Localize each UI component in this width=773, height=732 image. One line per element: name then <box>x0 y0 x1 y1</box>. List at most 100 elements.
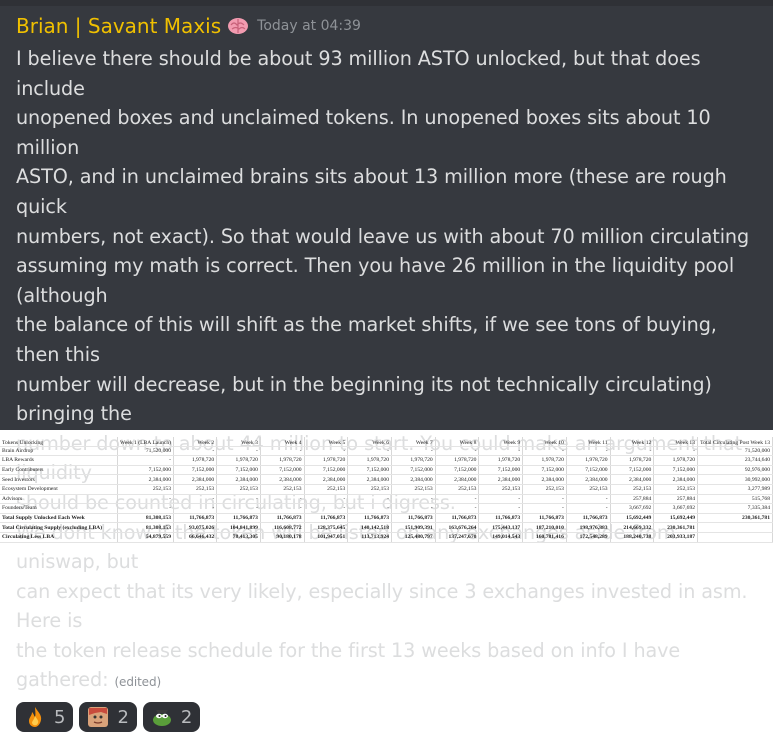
table-cell[interactable]: 2,384,000 <box>173 474 218 485</box>
table-cell[interactable]: 113,713,924 <box>347 532 392 543</box>
table-cell[interactable]: 7,152,000 <box>117 465 174 476</box>
header-cell[interactable]: Week 1 (LBA Launch) <box>117 437 174 447</box>
table-cell[interactable]: 188,240,738 <box>610 532 655 543</box>
table-cell[interactable]: 515,768 <box>697 494 773 505</box>
table-cell[interactable]: 252,153 <box>653 484 699 495</box>
table-cell[interactable]: 101,947,051 <box>304 532 349 543</box>
table-cell[interactable]: 81,308,153 <box>117 513 174 524</box>
table-cell[interactable]: 7,152,000 <box>347 465 392 476</box>
table-cell[interactable]: 1,978,720 <box>478 455 524 466</box>
table-cell[interactable]: 7,152,000 <box>304 465 349 476</box>
table-cell[interactable]: 54,879,559 <box>117 532 174 543</box>
table-cell[interactable]: 252,153 <box>117 484 174 495</box>
table-cell[interactable]: 7,152,000 <box>173 465 218 476</box>
table-cell[interactable]: 7,152,000 <box>522 465 567 476</box>
table-cell[interactable]: - <box>522 503 567 514</box>
table-cell[interactable]: - <box>653 446 699 457</box>
table-cell[interactable]: 2,384,000 <box>566 474 611 485</box>
table-cell[interactable]: 257,884 <box>610 494 655 505</box>
table-cell[interactable]: - <box>478 494 524 505</box>
table-cell[interactable]: 66,646,432 <box>173 532 218 543</box>
table-cell[interactable]: - <box>522 494 567 505</box>
table-cell[interactable]: 116,608,772 <box>260 522 305 533</box>
table-cell[interactable]: 23,744,640 <box>697 455 773 466</box>
table-cell[interactable]: Total Circulating Supply (excluding LBA) <box>0 522 119 533</box>
table-cell[interactable]: 1,978,720 <box>566 455 611 466</box>
table-cell[interactable]: - <box>260 503 305 514</box>
table-cell[interactable]: - <box>435 494 480 505</box>
table-cell[interactable]: 11,766,873 <box>347 513 392 524</box>
table-cell[interactable]: Total Supply Unlocked Each Week <box>0 513 119 524</box>
table-cell[interactable]: 252,153 <box>435 484 480 495</box>
table-cell[interactable]: 11,766,873 <box>173 513 218 524</box>
table-cell[interactable]: 187,210,010 <box>522 522 567 533</box>
table-cell[interactable]: 137,247,670 <box>435 532 480 543</box>
reaction-face[interactable]: 2 <box>79 702 137 732</box>
header-cell[interactable]: Week 9 <box>478 437 524 447</box>
table-cell[interactable]: 252,153 <box>566 484 611 495</box>
table-cell[interactable]: 11,766,873 <box>566 513 611 524</box>
table-cell[interactable]: 163,676,264 <box>435 522 480 533</box>
table-cell[interactable]: - <box>173 446 218 457</box>
table-cell[interactable]: 2,384,000 <box>260 474 305 485</box>
table-cell[interactable]: 15,692,449 <box>653 513 699 524</box>
table-cell[interactable]: 7,152,000 <box>566 465 611 476</box>
table-cell[interactable]: - <box>260 494 305 505</box>
table-cell[interactable]: - <box>435 503 480 514</box>
table-cell[interactable]: 11,766,873 <box>391 513 436 524</box>
table-cell[interactable]: 125,480,797 <box>391 532 436 543</box>
table-cell[interactable]: 160,781,416 <box>522 532 567 543</box>
table-cell[interactable]: - <box>304 503 349 514</box>
table-cell[interactable]: 1,978,720 <box>435 455 480 466</box>
header-cell[interactable]: Week 4 <box>260 437 305 447</box>
table-cell[interactable]: 252,153 <box>522 484 567 495</box>
table-cell[interactable]: 7,152,000 <box>610 465 655 476</box>
table-cell[interactable]: - <box>216 446 261 457</box>
table-cell[interactable]: - <box>478 503 524 514</box>
table-cell[interactable]: Seed Investors <box>0 474 119 485</box>
table-cell[interactable]: 3,667,692 <box>610 503 655 514</box>
table-cell[interactable]: 1,978,720 <box>260 455 305 466</box>
table-cell[interactable]: 7,335,384 <box>697 503 773 514</box>
table-cell[interactable]: 11,766,873 <box>522 513 567 524</box>
header-cell[interactable]: Tokens Unlocking <box>0 437 119 447</box>
header-cell[interactable]: Week 8 <box>435 437 480 447</box>
table-cell[interactable]: 1,978,720 <box>347 455 392 466</box>
table-cell[interactable]: 2,384,000 <box>653 474 699 485</box>
table-cell[interactable]: Early Contributers <box>0 465 119 476</box>
table-cell[interactable]: 2,384,000 <box>391 474 436 485</box>
table-cell[interactable]: 2,384,000 <box>435 474 480 485</box>
table-cell[interactable]: 140,142,518 <box>347 522 392 533</box>
table-cell[interactable]: 7,152,000 <box>391 465 436 476</box>
table-cell[interactable] <box>697 522 773 533</box>
header-cell[interactable]: Week 5 <box>304 437 349 447</box>
reaction-fire[interactable]: 5 <box>16 702 74 732</box>
table-cell[interactable]: 2,384,000 <box>117 474 174 485</box>
table-cell[interactable]: LBA Rewards <box>0 455 119 466</box>
table-cell[interactable]: 2,384,000 <box>216 474 261 485</box>
table-cell[interactable]: 92,976,000 <box>697 465 773 476</box>
table-cell[interactable]: 252,153 <box>260 484 305 495</box>
table-cell[interactable]: 30,992,000 <box>697 474 773 485</box>
table-cell[interactable]: 15,692,449 <box>610 513 655 524</box>
table-cell[interactable]: 7,152,000 <box>216 465 261 476</box>
table-cell[interactable]: 252,153 <box>216 484 261 495</box>
table-cell[interactable]: - <box>478 446 524 457</box>
table-cell[interactable]: - <box>216 494 261 505</box>
table-cell[interactable]: 1,978,720 <box>522 455 567 466</box>
table-cell[interactable]: 1,978,720 <box>304 455 349 466</box>
table-cell[interactable]: - <box>347 503 392 514</box>
table-cell[interactable]: 230,361,781 <box>697 513 773 524</box>
table-cell[interactable]: - <box>566 446 611 457</box>
table-cell[interactable]: - <box>610 446 655 457</box>
table-cell[interactable]: 1,978,720 <box>391 455 436 466</box>
header-cell[interactable]: Week 3 <box>216 437 261 447</box>
table-cell[interactable]: - <box>347 494 392 505</box>
table-cell[interactable]: 252,153 <box>391 484 436 495</box>
table-cell[interactable]: 252,153 <box>610 484 655 495</box>
header-cell[interactable]: Week 11 <box>566 437 611 447</box>
table-cell[interactable]: 252,153 <box>347 484 392 495</box>
table-cell[interactable] <box>697 532 773 543</box>
table-cell[interactable]: - <box>260 446 305 457</box>
table-cell[interactable]: 71,520,000 <box>697 446 773 457</box>
